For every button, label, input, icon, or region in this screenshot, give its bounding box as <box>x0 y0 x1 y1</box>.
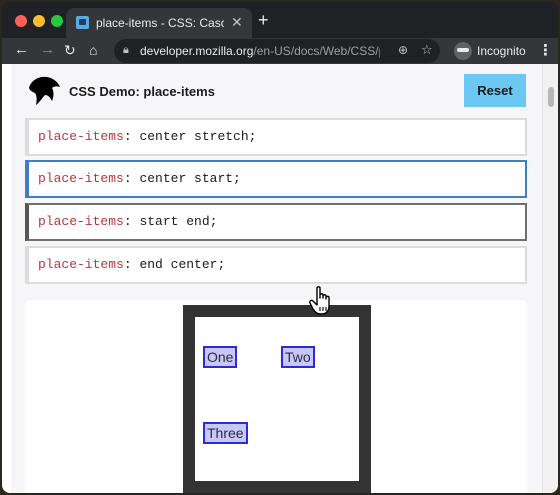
grid-item-one: One <box>203 346 238 368</box>
choice-property: place-items <box>38 129 124 144</box>
interactive-example: CSS Demo: place-items Reset place-items:… <box>11 64 542 493</box>
choice-center-stretch[interactable]: place-items: center stretch; <box>25 118 527 156</box>
close-window-button[interactable] <box>15 15 27 27</box>
choice-property: place-items <box>38 171 124 186</box>
choice-value: start end; <box>139 214 218 229</box>
choice-property: place-items <box>38 257 124 272</box>
star-icon[interactable]: ☆ <box>421 42 433 58</box>
url-path: /en-US/docs/Web/CSS/plac... <box>253 44 380 58</box>
tab-strip: place-items - CSS: Cascading St ✕ + <box>2 2 558 38</box>
zoom-icon[interactable]: ⊕ <box>398 43 408 57</box>
minimize-window-button[interactable] <box>33 15 45 27</box>
page-scrollbar[interactable] <box>542 64 558 493</box>
incognito-icon[interactable] <box>454 42 472 60</box>
tab-place-items[interactable]: place-items - CSS: Cascading St ✕ <box>66 8 252 38</box>
url-host: developer.mozilla.org <box>140 44 254 58</box>
mdn-favicon-icon <box>76 16 89 29</box>
grid-item-three: Three <box>203 422 248 444</box>
choice-value: center start; <box>139 171 241 186</box>
grid-container: One Two Three <box>183 305 371 493</box>
lock-icon[interactable]: 🔒︎ <box>123 44 129 57</box>
mdn-logo-icon <box>29 76 60 105</box>
reset-button[interactable]: Reset <box>464 74 526 107</box>
choice-start-end[interactable]: place-items: start end; <box>25 203 527 241</box>
page-content: CSS Demo: place-items Reset place-items:… <box>2 64 558 493</box>
back-button[interactable]: ← <box>14 40 29 60</box>
home-button[interactable]: ⌂ <box>89 40 97 60</box>
maximize-window-button[interactable] <box>51 15 63 27</box>
choice-center-start[interactable]: place-items: center start; <box>25 160 527 198</box>
browser-toolbar: ← → ↻ ⌂ 🔒︎ developer.mozilla.org/en-US/d… <box>2 38 558 64</box>
tab-close-icon[interactable]: ✕ <box>231 14 243 30</box>
grid-item-two: Two <box>281 346 315 368</box>
new-tab-button[interactable]: + <box>258 11 269 29</box>
choice-end-center[interactable]: place-items: end center; <box>25 246 527 284</box>
scrollbar-thumb[interactable] <box>548 87 554 107</box>
address-bar[interactable]: 🔒︎ developer.mozilla.org/en-US/docs/Web/… <box>114 39 440 63</box>
url-text[interactable]: developer.mozilla.org/en-US/docs/Web/CSS… <box>140 44 380 58</box>
forward-button[interactable]: → <box>40 40 55 60</box>
browser-menu-icon[interactable]: ⋮ <box>538 41 553 59</box>
browser-window: place-items - CSS: Cascading St ✕ + ← → … <box>2 2 558 493</box>
tab-title: place-items - CSS: Cascading St <box>96 16 224 30</box>
output-area: One Two Three <box>25 300 527 493</box>
choice-property: place-items <box>38 214 124 229</box>
choice-value: center stretch; <box>139 129 257 144</box>
hand-cursor-icon <box>309 286 330 315</box>
choice-value: end center; <box>139 257 226 272</box>
reload-button[interactable]: ↻ <box>64 40 76 60</box>
incognito-label[interactable]: Incognito <box>477 44 526 58</box>
demo-title: CSS Demo: place-items <box>69 84 215 99</box>
